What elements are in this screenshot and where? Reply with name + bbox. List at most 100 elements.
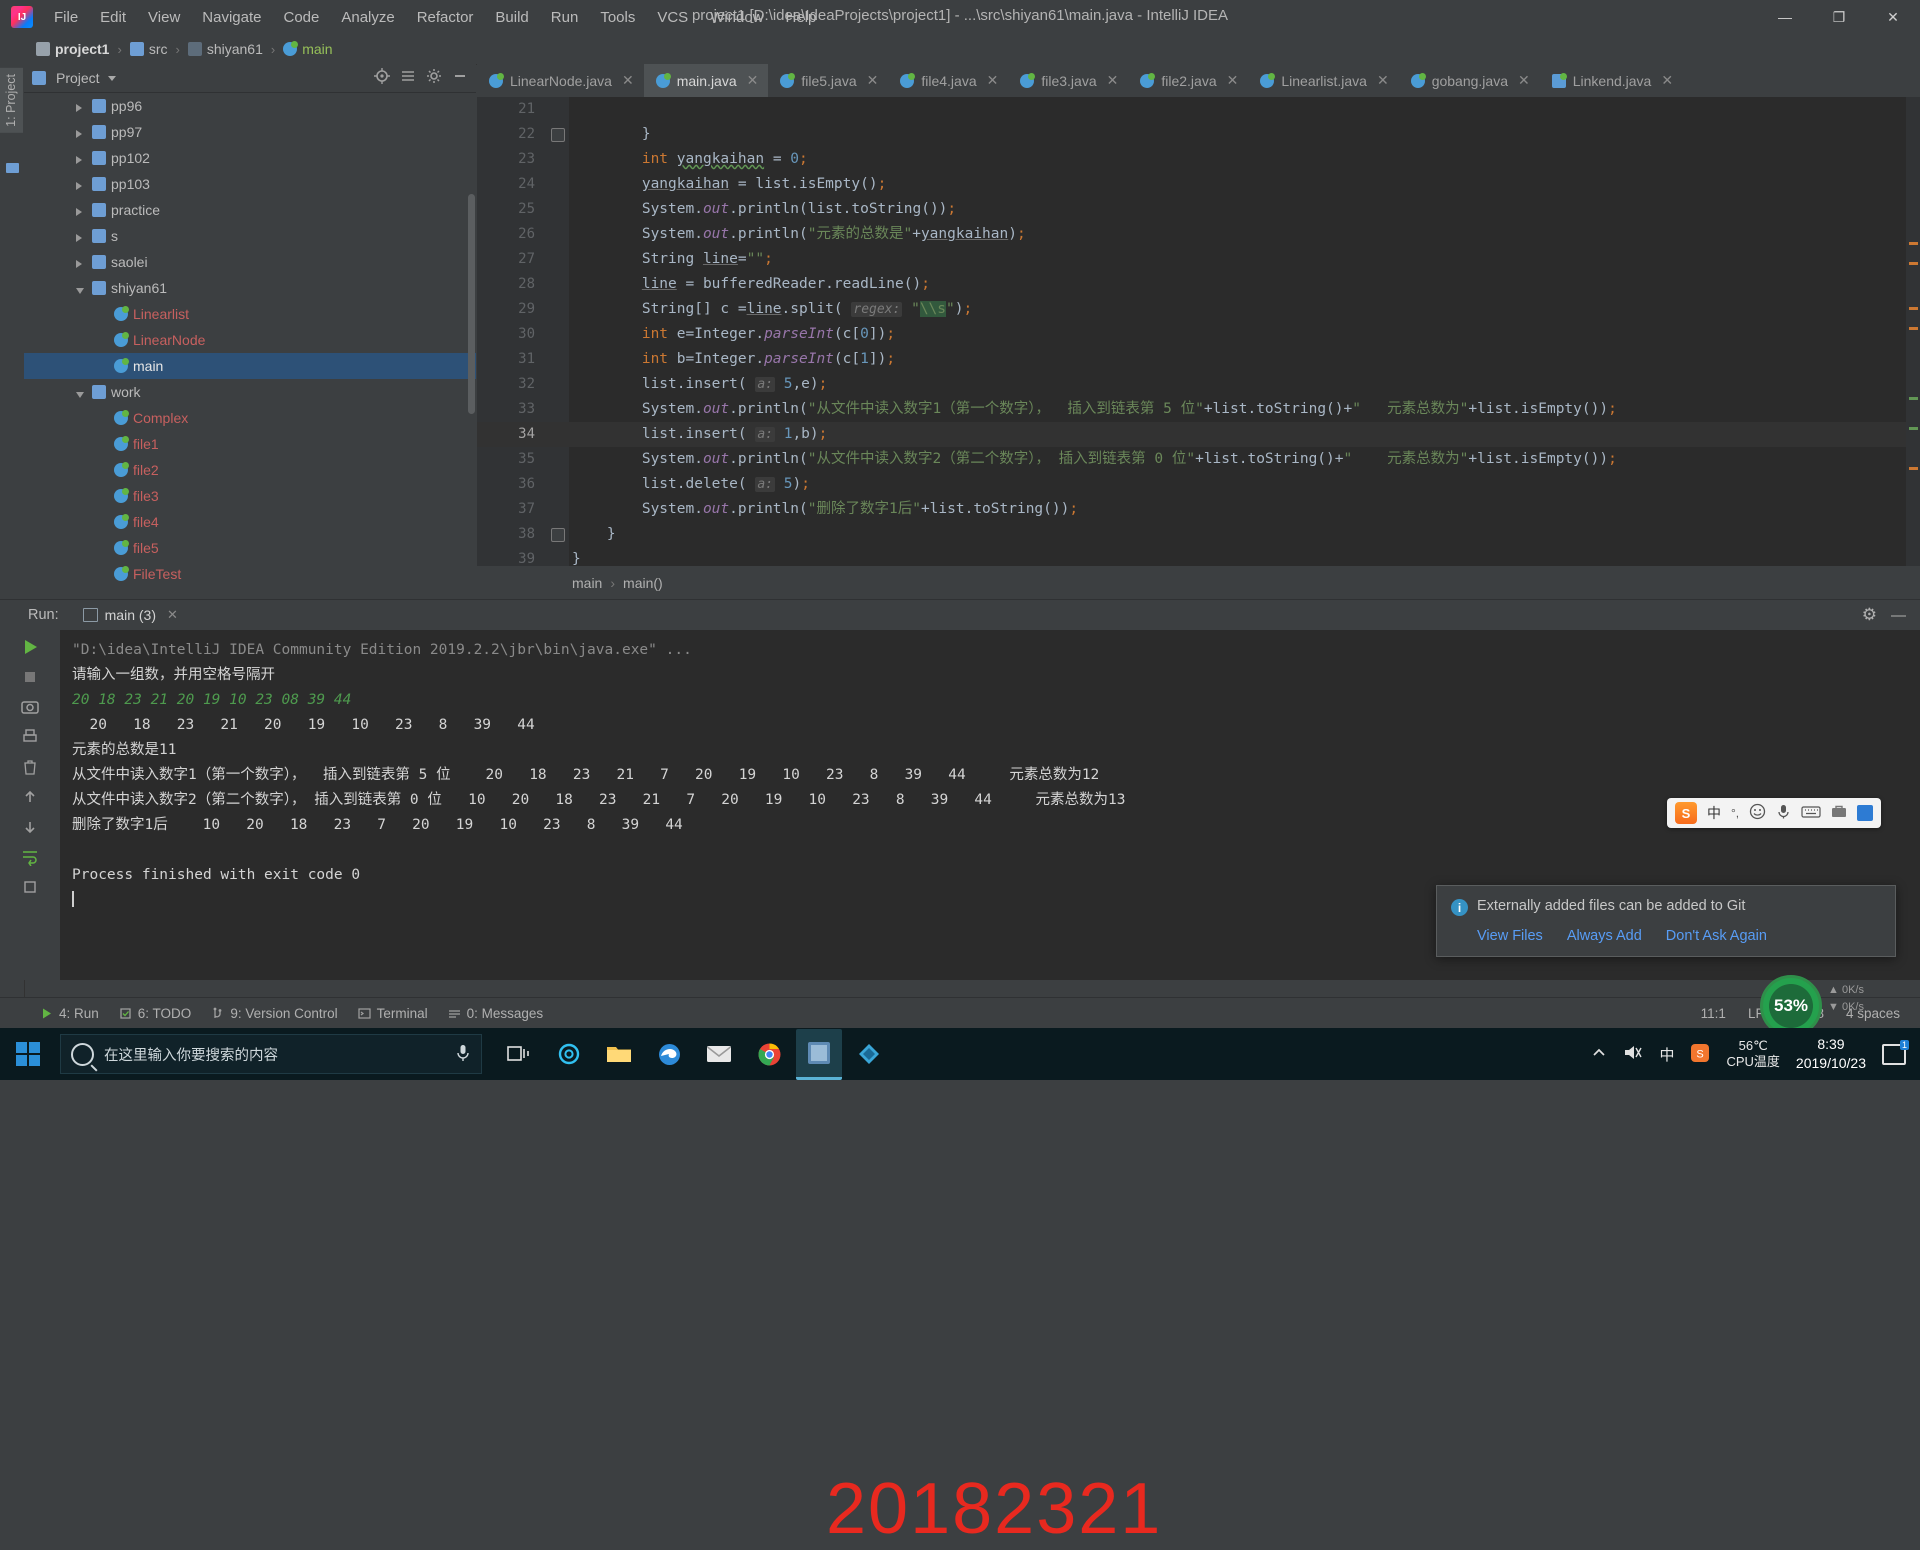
code-line-24[interactable]: 24 yangkaihan = list.isEmpty(); xyxy=(477,172,1920,197)
keyboard-icon[interactable] xyxy=(1801,804,1821,822)
close-icon[interactable]: ✕ xyxy=(747,72,759,89)
run-tab-main[interactable]: main (3) ✕ xyxy=(76,603,185,634)
run-side-toolbar[interactable] xyxy=(0,630,60,980)
view-files-link[interactable]: View Files xyxy=(1477,928,1543,944)
grid-icon[interactable] xyxy=(1857,805,1874,821)
rerun-icon[interactable] xyxy=(17,634,43,660)
tree-node-pp96[interactable]: pp96 xyxy=(24,93,476,119)
minimize-icon[interactable]: — xyxy=(1891,607,1906,624)
mic-icon[interactable] xyxy=(1776,803,1791,823)
ime-indicator[interactable]: 中 xyxy=(1659,1044,1674,1065)
menu-item-run[interactable]: Run xyxy=(540,5,590,30)
code-line-36[interactable]: 36 list.delete( a: 5); xyxy=(477,472,1920,497)
warning-marker[interactable] xyxy=(1909,242,1918,245)
tab-messages[interactable]: 0: Messages xyxy=(448,1006,543,1021)
scroll-up-icon[interactable] xyxy=(17,784,43,810)
code-line-35[interactable]: 35 System.out.println("从文件中读入数字2（第二个数字），… xyxy=(477,447,1920,472)
status-tool-bar[interactable]: 4: Run 6: TODO 9: Version Control Termin… xyxy=(0,997,1920,1028)
code-line-33[interactable]: 33 System.out.println("从文件中读入数字1（第一个数字），… xyxy=(477,397,1920,422)
editor-breadcrumb[interactable]: main › main() xyxy=(477,566,1920,599)
tree-node-saolei[interactable]: saolei xyxy=(24,249,476,275)
menu-item-window[interactable]: Window xyxy=(699,5,774,30)
edge-icon[interactable] xyxy=(646,1030,692,1078)
tree-node-linearnode[interactable]: LinearNode xyxy=(24,327,476,353)
tree-node-work[interactable]: work xyxy=(24,379,476,405)
chevron-right-icon[interactable] xyxy=(74,229,88,243)
breadcrumb-item-main[interactable]: main xyxy=(279,40,336,58)
project-tree[interactable]: pp96 pp97 pp102 pp103 practice s saolei shiyan6… xyxy=(24,93,476,599)
tab-version-control[interactable]: 9: Version Control xyxy=(211,1006,338,1021)
toolbox-icon[interactable] xyxy=(1831,804,1847,822)
code-line-27[interactable]: 27 String line=""; xyxy=(477,247,1920,272)
close-icon[interactable]: ✕ xyxy=(1377,72,1389,89)
scroll-down-icon[interactable] xyxy=(17,814,43,840)
editor-tab-file3[interactable]: file3.java ✕ xyxy=(1008,64,1128,97)
dont-ask-again-link[interactable]: Don't Ask Again xyxy=(1666,928,1767,944)
tab-terminal[interactable]: Terminal xyxy=(358,1006,428,1021)
mic-icon[interactable] xyxy=(455,1043,471,1066)
gear-icon[interactable]: ⚙ xyxy=(1862,605,1877,625)
breadcrumb-item-src[interactable]: src xyxy=(126,40,172,58)
breadcrumb[interactable]: project1 › src › shiyan61 › main xyxy=(32,40,337,58)
close-icon[interactable]: ✕ xyxy=(1518,72,1530,89)
breadcrumb-method[interactable]: main() xyxy=(623,575,663,591)
menu-item-edit[interactable]: Edit xyxy=(89,5,137,30)
chrome-icon[interactable] xyxy=(746,1030,792,1078)
info-marker[interactable] xyxy=(1909,397,1918,400)
menu-item-analyze[interactable]: Analyze xyxy=(330,5,405,30)
editor-tab-linkend[interactable]: Linkend.java ✕ xyxy=(1540,64,1683,97)
code-line-37[interactable]: 37 System.out.println("删除了数字1后"+list.toS… xyxy=(477,497,1920,522)
tree-node-file5[interactable]: file5 xyxy=(24,535,476,561)
intellij-icon[interactable] xyxy=(796,1028,842,1080)
editor-tab-file4[interactable]: file4.java ✕ xyxy=(888,64,1008,97)
menu-item-vcs[interactable]: VCS xyxy=(646,5,699,30)
main-menu[interactable]: File Edit View Navigate Code Analyze Ref… xyxy=(43,5,827,30)
warning-marker[interactable] xyxy=(1909,467,1918,470)
code-line-22[interactable]: 22 } xyxy=(477,122,1920,147)
editor-tab-file5[interactable]: file5.java ✕ xyxy=(768,64,888,97)
editor-tab-file2[interactable]: file2.java ✕ xyxy=(1128,64,1248,97)
notification-balloon[interactable]: i Externally added files can be added to… xyxy=(1436,885,1896,957)
taskbar-search-input[interactable]: 在这里输入你要搜索的内容 xyxy=(60,1034,482,1074)
sogou-tray-icon[interactable]: S xyxy=(1690,1043,1710,1066)
menu-item-file[interactable]: File xyxy=(43,5,89,30)
ime-mode-label[interactable]: 中 xyxy=(1707,803,1721,823)
tree-node-linearlist[interactable]: Linearlist xyxy=(24,301,476,327)
chevron-right-icon[interactable] xyxy=(74,151,88,165)
file-explorer-icon[interactable] xyxy=(596,1030,642,1078)
window-controls[interactable]: — ❐ ✕ xyxy=(1758,0,1920,34)
caret-position[interactable]: 11:1 xyxy=(1701,1006,1726,1021)
close-icon[interactable]: ✕ xyxy=(622,72,634,89)
tree-node-shiyan61[interactable]: shiyan61 xyxy=(24,275,476,301)
system-tray[interactable]: 中 S 56℃ CPU温度 8:39 2019/10/23 1 xyxy=(1591,1035,1920,1073)
close-icon[interactable]: ✕ xyxy=(1661,72,1673,89)
always-add-link[interactable]: Always Add xyxy=(1567,928,1642,944)
tree-node-pp102[interactable]: pp102 xyxy=(24,145,476,171)
emoji-icon[interactable] xyxy=(1749,803,1766,823)
cpu-temperature-widget[interactable]: 56℃ CPU温度 xyxy=(1726,1038,1779,1070)
tree-node-practice[interactable]: practice xyxy=(24,197,476,223)
menu-item-view[interactable]: View xyxy=(137,5,191,30)
hide-icon[interactable] xyxy=(452,68,468,89)
menu-item-build[interactable]: Build xyxy=(484,5,539,30)
tree-node-s[interactable]: s xyxy=(24,223,476,249)
editor-tab-linearnode[interactable]: LinearNode.java ✕ xyxy=(477,64,644,97)
maximize-button[interactable]: ❐ xyxy=(1812,0,1866,34)
code-line-23[interactable]: 23 int yangkaihan = 0; xyxy=(477,147,1920,172)
minimize-button[interactable]: — xyxy=(1758,0,1812,34)
mail-icon[interactable] xyxy=(696,1030,742,1078)
ime-toolbar[interactable]: S 中 °, xyxy=(1667,798,1882,828)
tab-run[interactable]: 4: Run xyxy=(40,1006,99,1021)
tree-node-filetest[interactable]: FileTest xyxy=(24,561,476,587)
close-button[interactable]: ✕ xyxy=(1866,0,1920,34)
pin-icon[interactable] xyxy=(17,874,43,900)
chevron-right-icon[interactable] xyxy=(74,255,88,269)
editor-tab-gobang[interactable]: gobang.java ✕ xyxy=(1399,64,1540,97)
windows-taskbar[interactable]: 在这里输入你要搜索的内容 中 S 56℃ CPU温度 8:39 2019/10/… xyxy=(0,1028,1920,1080)
stop-icon[interactable] xyxy=(17,664,43,690)
menu-item-tools[interactable]: Tools xyxy=(589,5,646,30)
project-tree-scrollbar[interactable] xyxy=(468,194,475,414)
tree-node-pp97[interactable]: pp97 xyxy=(24,119,476,145)
tray-expand-icon[interactable] xyxy=(1591,1045,1607,1064)
tree-node-pp103[interactable]: pp103 xyxy=(24,171,476,197)
